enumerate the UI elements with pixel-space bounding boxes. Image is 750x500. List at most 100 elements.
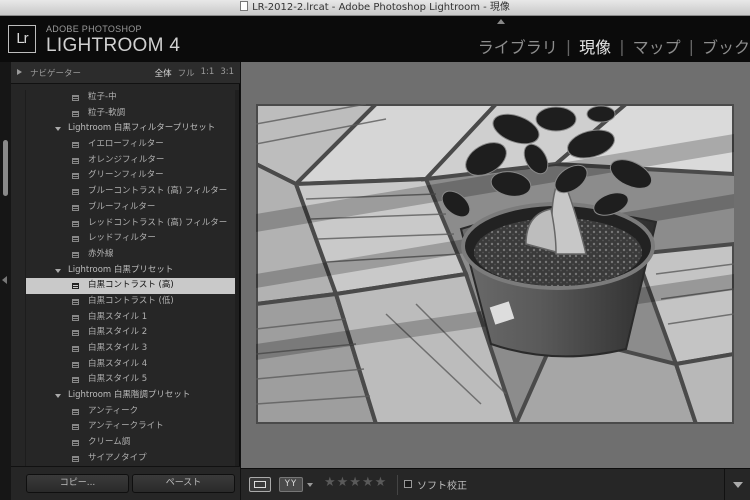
preset-label: 粒子-軟調 [88, 107, 126, 118]
preset-icon [72, 173, 79, 180]
preset-item[interactable]: アンティークライト [26, 419, 235, 435]
preset-folder[interactable]: Lightroom 白黒プリセット [26, 263, 235, 279]
preset-icon [72, 283, 79, 290]
folder-expand-icon [55, 127, 61, 132]
zoom-1-1[interactable]: 1:1 [201, 67, 215, 79]
preset-item[interactable]: 白黒スタイル 2 [26, 325, 235, 341]
collapse-top-panel-icon[interactable] [497, 19, 505, 24]
soft-proof-checkbox[interactable] [404, 480, 412, 488]
presets-scrollbar[interactable] [235, 90, 239, 466]
preset-label: レッドコントラスト (高) フィルター [88, 217, 228, 228]
module-separator: | [565, 36, 572, 56]
preset-item[interactable]: クリーム調 [26, 435, 235, 451]
preset-item[interactable]: グリーンフィルター [26, 168, 235, 184]
preset-item[interactable]: 白黒コントラスト (高) [26, 278, 235, 294]
preset-item[interactable]: 粒子-軟調 [26, 106, 235, 122]
collapse-left-panel-icon[interactable] [2, 276, 7, 284]
module-map[interactable]: マップ [633, 34, 681, 58]
document-icon [240, 1, 249, 11]
before-after-button[interactable]: YY [279, 477, 303, 492]
preset-label: Lightroom 白黒フィルタープリセット [68, 123, 216, 134]
folder-expand-icon [55, 394, 61, 399]
navigator-header[interactable]: ナビゲーター 全体 フル 1:1 3:1 [11, 62, 240, 84]
bottom-toolbar: YY ★★★★★ ソフト校正 [241, 468, 750, 500]
preset-label: 赤外線 [88, 248, 114, 259]
preset-item[interactable]: 白黒コントラスト (低) [26, 294, 235, 310]
preset-icon [72, 298, 79, 305]
preset-item[interactable]: サイアノタイプ [26, 451, 235, 466]
preset-label: サイアノタイプ [88, 452, 147, 463]
zoom-fill[interactable]: フル [178, 67, 195, 79]
preset-folder[interactable]: Lightroom 白黒階調プリセット [26, 388, 235, 404]
preset-icon [72, 110, 79, 117]
zoom-fit[interactable]: 全体 [155, 67, 172, 79]
preset-item[interactable]: 白黒スタイル 5 [26, 372, 235, 388]
module-separator: | [619, 36, 625, 56]
preset-label: 白黒コントラスト (高) [88, 280, 174, 291]
preset-icon [72, 142, 79, 149]
preset-item[interactable]: 白黒スタイル 3 [26, 341, 235, 357]
brand-small-text: ADOBE PHOTOSHOP [46, 24, 142, 34]
preset-item[interactable]: レッドコントラスト (高) フィルター [26, 216, 235, 232]
identity-plate-bar: Lr ADOBE PHOTOSHOP LIGHTROOM 4 ライブラリ | 現… [0, 16, 750, 62]
preset-item[interactable]: 白黒スタイル 4 [26, 357, 235, 373]
preset-label: Lightroom 白黒階調プリセット [68, 390, 191, 401]
preset-icon [72, 95, 79, 101]
preset-item[interactable]: ブルーフィルター [26, 200, 235, 216]
navigator-title: ナビゲーター [30, 69, 82, 79]
rating-stars[interactable]: ★★★★★ [324, 475, 387, 490]
preset-icon [72, 157, 79, 164]
preset-item[interactable]: ブルーコントラスト (高) フィルター [26, 184, 235, 200]
left-panel-scrollbar[interactable] [3, 140, 8, 196]
before-after-dropdown-icon[interactable] [307, 483, 313, 487]
zoom-3-1[interactable]: 3:1 [220, 67, 234, 79]
preset-label: クリーム調 [88, 437, 131, 448]
loupe-icon [254, 481, 266, 488]
preset-item[interactable]: イエローフィルター [26, 137, 235, 153]
preset-label: アンティークライト [88, 421, 164, 432]
photo-preview[interactable] [256, 104, 734, 424]
preset-icon [72, 251, 79, 258]
preset-item[interactable]: レッドフィルター [26, 231, 235, 247]
copy-button[interactable]: コピー... [26, 474, 129, 493]
lightroom-logo: Lr [8, 25, 36, 53]
toolbar-menu-button[interactable] [724, 469, 750, 500]
preset-item[interactable]: 赤外線 [26, 247, 235, 263]
expand-triangle-icon[interactable] [17, 69, 22, 75]
preset-label: オレンジフィルター [88, 154, 165, 165]
preset-label: Lightroom 白黒プリセット [68, 264, 174, 275]
preset-icon [72, 220, 79, 227]
preset-item[interactable]: 粒子-中 [26, 90, 235, 106]
module-library[interactable]: ライブラリ [478, 34, 558, 58]
preset-label: 白黒スタイル 2 [88, 327, 148, 338]
bonsai-photo [256, 104, 734, 424]
preset-label: 粒子-中 [88, 92, 117, 102]
toolbar-divider [397, 475, 398, 495]
preset-label: レッドフィルター [88, 233, 156, 244]
module-book[interactable]: ブック [702, 34, 750, 58]
module-picker: ライブラリ | 現像 | マップ | ブック [478, 34, 750, 58]
preset-label: 白黒スタイル 1 [88, 311, 148, 322]
module-develop[interactable]: 現像 [579, 34, 611, 58]
brand-large-text: LIGHTROOM 4 [46, 35, 181, 56]
preset-label: ブルーコントラスト (高) フィルター [88, 186, 228, 197]
left-panel-edge [0, 62, 11, 500]
chevron-down-icon [733, 482, 743, 488]
preset-item[interactable]: アンティーク [26, 404, 235, 420]
preset-icon [72, 236, 79, 243]
preset-icon [72, 424, 79, 431]
preset-icon [72, 189, 79, 196]
preset-label: イエローフィルター [88, 139, 164, 150]
preset-icon [72, 361, 79, 368]
preset-icon [72, 408, 79, 415]
paste-button[interactable]: ペースト [132, 474, 235, 493]
preset-label: グリーンフィルター [88, 170, 164, 181]
preset-folder[interactable]: Lightroom 白黒フィルタープリセット [26, 121, 235, 137]
preset-item[interactable]: オレンジフィルター [26, 153, 235, 169]
lightroom-window: LR-2012-2.lrcat - Adobe Photoshop Lightr… [0, 0, 750, 500]
window-title: LR-2012-2.lrcat - Adobe Photoshop Lightr… [252, 2, 510, 13]
preset-icon [72, 377, 79, 384]
preset-item[interactable]: 白黒スタイル 1 [26, 310, 235, 326]
preset-label: 白黒スタイル 4 [88, 358, 148, 369]
loupe-view-button[interactable] [249, 477, 271, 492]
